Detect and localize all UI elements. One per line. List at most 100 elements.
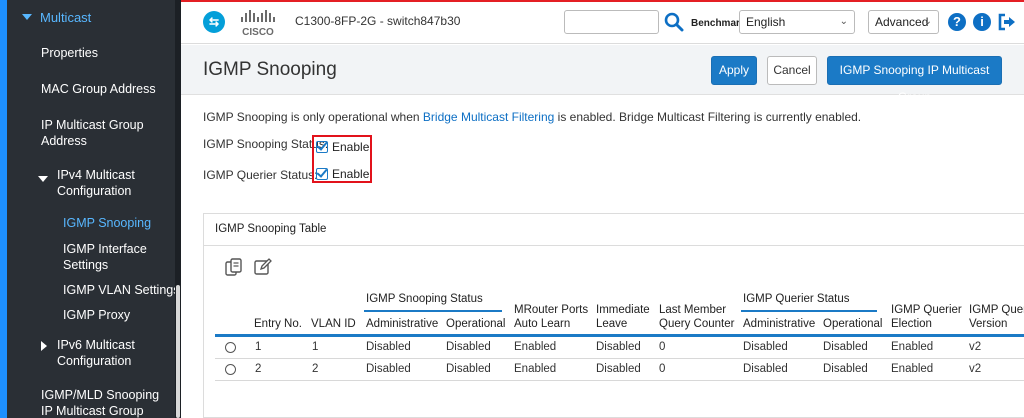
- sidebar-item-igmp-snooping[interactable]: IGMP Snooping: [63, 215, 151, 231]
- col-vlan-id[interactable]: VLAN ID: [311, 317, 356, 331]
- logout-icon[interactable]: [998, 13, 1016, 31]
- menu-toggle-icon[interactable]: ⇆: [203, 11, 225, 33]
- cell-querier-version: v2: [969, 341, 982, 353]
- col-header-line: Election: [891, 318, 932, 330]
- sidebar-accent-bar: [0, 0, 7, 418]
- sidebar-item-igmp-interface-settings[interactable]: IGMP Interface Settings: [63, 241, 153, 273]
- sidebar-item-ip-multicast-group-address[interactable]: IP Multicast Group Address: [41, 117, 166, 149]
- device-title: C1300-8FP-2G - switch847b30: [295, 14, 461, 28]
- info-text: IGMP Snooping is only operational when B…: [203, 110, 861, 124]
- mode-select-value: Advanced: [875, 15, 929, 29]
- row-select-radio[interactable]: [225, 342, 236, 353]
- group-underline: [364, 310, 502, 312]
- cell-entry-no: 1: [255, 341, 262, 353]
- language-select[interactable]: English ⌄: [739, 10, 855, 34]
- search-input[interactable]: [564, 10, 659, 34]
- col-querier-version[interactable]: IGMP Querier Version: [969, 303, 1024, 331]
- cell-snooping-oper: Disabled: [446, 363, 491, 375]
- igmp-snooping-ip-multicast-group-button[interactable]: IGMP Snooping IP Multicast Group: [827, 56, 1002, 104]
- enable-label: Enable: [332, 140, 370, 154]
- igmp-snooping-enable-checkbox[interactable]: Enable: [316, 140, 369, 154]
- cell-querier-election: Enabled: [891, 363, 934, 375]
- col-header-line: Query Counter: [659, 318, 735, 330]
- cell-mrouter-auto-learn: Enabled: [514, 363, 557, 375]
- sidebar-item-igmp-mld-snooping-ip-multicast-group[interactable]: IGMP/MLD Snooping IP Multicast Group: [41, 387, 173, 418]
- igmp-querier-status-label: IGMP Querier Status:: [203, 168, 318, 182]
- cell-vlan-id: 1: [312, 341, 319, 353]
- group-underline: [741, 310, 877, 312]
- chevron-down-icon: ⌄: [839, 16, 848, 27]
- cancel-button[interactable]: Cancel: [767, 56, 817, 85]
- cell-querier-admin: Disabled: [743, 341, 788, 353]
- igmp-snooping-status-label: IGMP Snooping Status:: [203, 137, 329, 151]
- search-icon[interactable]: [664, 12, 684, 32]
- page-title: IGMP Snooping: [203, 59, 337, 80]
- cell-querier-version: v2: [969, 363, 982, 375]
- col-querier-operational[interactable]: Operational: [823, 317, 882, 331]
- table-title: IGMP Snooping Table: [215, 223, 327, 235]
- sidebar-item-igmp-vlan-settings[interactable]: IGMP VLAN Settings: [63, 282, 180, 298]
- col-last-member-query-counter[interactable]: Last Member Query Counter: [659, 303, 734, 331]
- cell-vlan-id: 2: [312, 363, 319, 375]
- col-header-line: IGMP Querier: [891, 304, 962, 316]
- language-select-value: English: [746, 15, 786, 29]
- benchmark-label: Benchmark: [691, 18, 746, 29]
- col-header-line: Immediate: [596, 304, 650, 316]
- col-header-line: Leave: [596, 318, 628, 330]
- col-snooping-administrative[interactable]: Administrative: [366, 317, 438, 331]
- cell-querier-oper: Disabled: [823, 363, 868, 375]
- col-querier-administrative[interactable]: Administrative: [743, 317, 815, 331]
- sidebar-item-ipv4-multicast-configuration[interactable]: IPv4 Multicast Configuration: [57, 167, 157, 199]
- sidebar: Multicast Properties MAC Group Address I…: [0, 0, 181, 418]
- cell-last-member-query-counter: 0: [659, 341, 666, 353]
- bridge-multicast-filtering-link[interactable]: Bridge Multicast Filtering: [423, 110, 554, 124]
- sidebar-section-multicast[interactable]: Multicast: [22, 10, 91, 26]
- edit-icon[interactable]: [253, 257, 273, 277]
- cell-querier-oper: Disabled: [823, 341, 868, 353]
- sidebar-scrollbar-thumb[interactable]: [176, 285, 180, 418]
- question-icon[interactable]: ?: [948, 13, 966, 31]
- cisco-wordmark: CISCO: [242, 27, 274, 38]
- col-querier-election[interactable]: IGMP Querier Election: [891, 303, 962, 331]
- row-select-radio[interactable]: [225, 364, 236, 375]
- enable-label: Enable: [332, 167, 370, 181]
- row-divider: [215, 380, 1024, 381]
- col-header-line: IGMP Querier: [969, 304, 1024, 316]
- info-icon[interactable]: i: [973, 13, 991, 31]
- cell-immediate-leave: Disabled: [596, 341, 641, 353]
- sidebar-item-mac-group-address[interactable]: MAC Group Address: [41, 81, 156, 97]
- col-immediate-leave[interactable]: Immediate Leave: [596, 303, 650, 331]
- info-text-suffix: is enabled. Bridge Multicast Filtering i…: [554, 110, 862, 124]
- col-header-line: Auto Learn: [514, 318, 571, 330]
- cell-snooping-admin: Disabled: [366, 341, 411, 353]
- col-snooping-operational[interactable]: Operational: [446, 317, 505, 331]
- col-header-line: MRouter Ports: [514, 304, 589, 316]
- sidebar-item-igmp-proxy[interactable]: IGMP Proxy: [63, 307, 130, 323]
- col-entry-no[interactable]: Entry No.: [254, 317, 302, 331]
- chevron-right-icon: [41, 341, 47, 351]
- row-divider: [215, 358, 1024, 359]
- cell-mrouter-auto-learn: Enabled: [514, 341, 557, 353]
- cell-querier-election: Enabled: [891, 341, 934, 353]
- sidebar-item-ipv6-multicast-configuration[interactable]: IPv6 Multicast Configuration: [57, 337, 157, 369]
- checkbox-checked-icon: [316, 141, 328, 153]
- igmp-querier-enable-checkbox[interactable]: Enable: [316, 167, 369, 181]
- cell-immediate-leave: Disabled: [596, 363, 641, 375]
- sidebar-item-properties[interactable]: Properties: [41, 45, 98, 61]
- igmp-querier-status-group-header: IGMP Querier Status: [743, 293, 850, 305]
- apply-button[interactable]: Apply: [711, 56, 757, 85]
- cell-snooping-admin: Disabled: [366, 363, 411, 375]
- col-mrouter-ports-auto-learn[interactable]: MRouter Ports Auto Learn: [514, 303, 588, 331]
- chevron-down-icon: ⌄: [923, 16, 932, 27]
- copy-settings-icon[interactable]: [224, 257, 244, 277]
- top-bar: ⇆ CISCO C1300-8FP-2G - switch847b30 Benc…: [181, 0, 1024, 44]
- cell-snooping-oper: Disabled: [446, 341, 491, 353]
- igmp-snooping-status-group-header: IGMP Snooping Status: [366, 293, 483, 305]
- divider: [204, 245, 1024, 246]
- col-header-line: Version: [969, 318, 1008, 330]
- checkbox-checked-icon: [316, 168, 328, 180]
- cell-entry-no: 2: [255, 363, 262, 375]
- sidebar-section-label: Multicast: [40, 10, 92, 25]
- mode-select[interactable]: Advanced ⌄: [868, 10, 939, 34]
- cell-querier-admin: Disabled: [743, 363, 788, 375]
